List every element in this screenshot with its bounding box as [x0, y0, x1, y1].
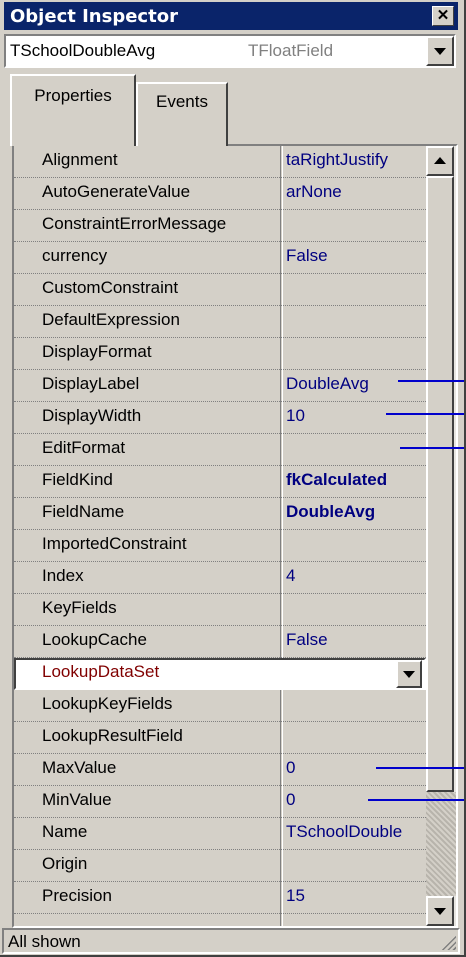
status-text: All shown [8, 932, 81, 951]
tab-events[interactable]: Events [136, 82, 228, 146]
status-bar: All shown [2, 928, 460, 954]
column-divider[interactable] [280, 146, 283, 926]
object-inspector-window: Object Inspector ✕ TSchoolDoubleAvg TFlo… [0, 0, 466, 957]
property-row[interactable]: currency False [14, 242, 426, 274]
property-name: DisplayWidth [42, 406, 142, 425]
property-row[interactable]: DisplayFormat [14, 338, 426, 370]
property-grid: Alignment taRightJustify AutoGenerateValue… [12, 144, 458, 928]
window-title: Object Inspector [10, 6, 178, 27]
property-row[interactable]: DisplayWidth 10 [14, 402, 426, 434]
property-row[interactable]: FieldName DoubleAvg [14, 498, 426, 530]
property-row[interactable]: MaxValue 0 [14, 754, 426, 786]
property-value[interactable]: TSchoolDouble [286, 822, 424, 842]
annotation-line-editformat [400, 447, 464, 449]
selected-object-name: TSchoolDoubleAvg [10, 41, 156, 60]
property-value[interactable]: False [286, 630, 424, 650]
property-row[interactable]: CustomConstraint [14, 274, 426, 306]
property-row[interactable]: DefaultExpression [14, 306, 426, 338]
property-name: Precision [42, 886, 112, 905]
property-value[interactable]: 4 [286, 566, 424, 586]
property-row[interactable]: MinValue 0 [14, 786, 426, 818]
property-row[interactable]: Name TSchoolDouble [14, 818, 426, 850]
property-name: FieldKind [42, 470, 113, 489]
chevron-down-icon [434, 48, 446, 55]
property-name: MaxValue [42, 758, 117, 777]
property-name: Index [42, 566, 84, 585]
property-name: CustomConstraint [42, 278, 179, 297]
property-value[interactable]: 10 [286, 406, 424, 426]
property-row[interactable]: Precision 15 [14, 882, 426, 914]
property-row[interactable]: Alignment taRightJustify [14, 146, 426, 178]
property-value-editor[interactable] [282, 660, 422, 688]
property-row[interactable]: ConstraintErrorMessage [14, 210, 426, 242]
scroll-up-button[interactable] [426, 146, 454, 176]
property-row[interactable]: FieldKind fkCalculated [14, 466, 426, 498]
annotation-line-displayformat [398, 380, 464, 382]
scroll-down-button[interactable] [426, 896, 454, 926]
annotation-line-maxvalue [376, 767, 464, 769]
property-value[interactable]: fkCalculated [286, 470, 424, 490]
chevron-down-icon [403, 671, 415, 678]
property-name: MinValue [42, 790, 112, 809]
property-row[interactable]: DisplayLabel DoubleAvg [14, 370, 426, 402]
property-row[interactable]: LookupDataSet [14, 658, 426, 690]
property-row[interactable]: Index 4 [14, 562, 426, 594]
selected-object-class: TFloatField [248, 41, 334, 60]
tab-events-label: Events [156, 92, 208, 111]
arrow-down-icon [434, 908, 446, 915]
property-name: Name [42, 822, 88, 841]
annotation-line-minvalue [368, 799, 464, 801]
property-row[interactable]: EditFormat [14, 434, 426, 466]
object-selector-dropdown-button[interactable] [426, 36, 454, 66]
property-value-dropdown-button[interactable] [396, 660, 422, 688]
property-row[interactable]: Origin [14, 850, 426, 882]
property-name: DisplayFormat [42, 342, 152, 361]
property-row[interactable]: LookupKeyFields [14, 690, 426, 722]
property-name: EditFormat [42, 438, 126, 457]
title-bar[interactable]: Object Inspector ✕ [4, 2, 458, 30]
property-name: ConstraintErrorMessage [42, 214, 227, 233]
property-name: LookupResultField [42, 726, 183, 745]
property-row[interactable]: KeyFields [14, 594, 426, 626]
property-name: Alignment [42, 150, 118, 169]
arrow-up-icon [434, 157, 446, 164]
property-name: currency [42, 246, 108, 265]
annotation-line-displaylabel-2 [386, 413, 464, 415]
property-name: LookupDataSet [42, 662, 160, 681]
property-name: FieldName [42, 502, 125, 521]
property-row[interactable]: LookupResultField [14, 722, 426, 754]
resize-grip-icon[interactable] [440, 934, 456, 950]
vertical-scrollbar[interactable] [426, 146, 456, 926]
property-value[interactable]: taRightJustify [286, 150, 424, 170]
property-row[interactable]: ImportedConstraint [14, 530, 426, 562]
property-value[interactable]: DoubleAvg [286, 502, 424, 522]
property-name: DefaultExpression [42, 310, 180, 329]
property-name: Origin [42, 854, 88, 873]
property-name: ImportedConstraint [42, 534, 187, 553]
property-value[interactable]: False [286, 246, 424, 266]
scrollbar-thumb[interactable] [426, 176, 454, 792]
object-selector[interactable]: TSchoolDoubleAvg TFloatField [4, 34, 456, 68]
close-button[interactable]: ✕ [432, 6, 454, 26]
property-value[interactable]: 15 [286, 886, 424, 906]
property-name: LookupKeyFields [42, 694, 173, 713]
property-name: KeyFields [42, 598, 117, 617]
close-icon: ✕ [436, 7, 450, 24]
property-name: AutoGenerateValue [42, 182, 191, 201]
property-row[interactable]: AutoGenerateValue arNone [14, 178, 426, 210]
tab-properties[interactable]: Properties [10, 74, 136, 146]
scrollbar-track[interactable] [426, 792, 456, 896]
property-value[interactable]: DoubleAvg [286, 374, 424, 394]
property-name: DisplayLabel [42, 374, 140, 393]
property-row[interactable]: LookupCache False [14, 626, 426, 658]
property-name: LookupCache [42, 630, 147, 649]
property-value[interactable]: arNone [286, 182, 424, 202]
tab-properties-label: Properties [34, 86, 112, 105]
